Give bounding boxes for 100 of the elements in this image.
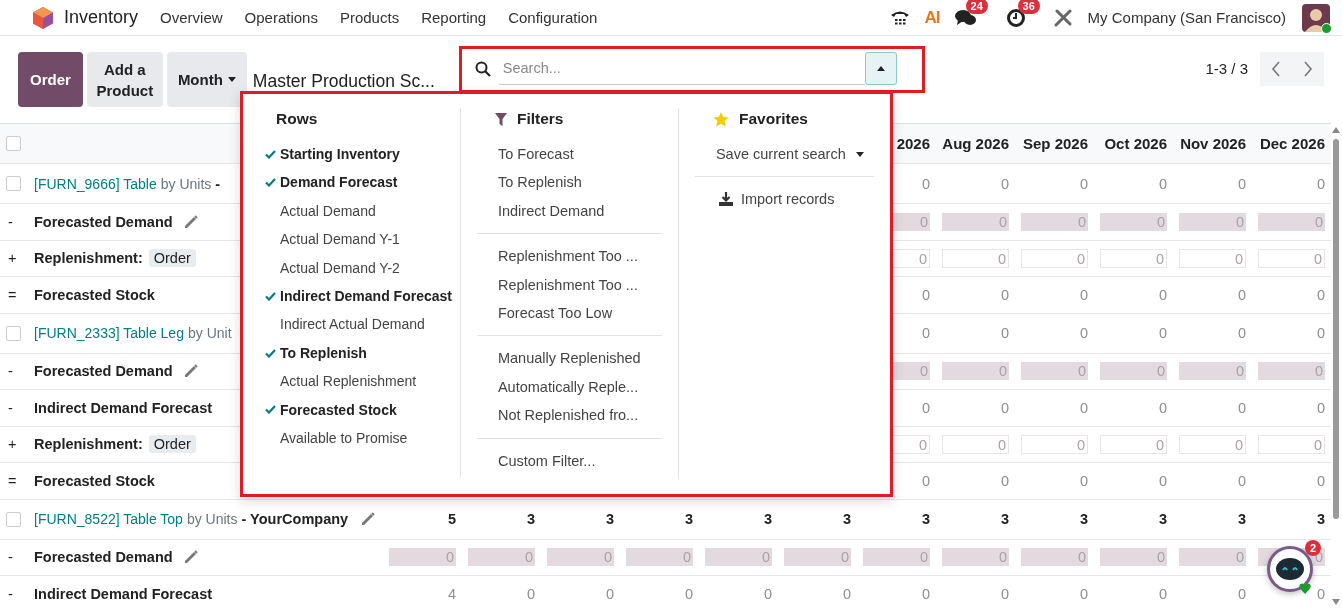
menu-item[interactable]: Reporting: [421, 9, 487, 26]
replenish-input[interactable]: 0: [1179, 434, 1246, 454]
filter-option[interactable]: Automatically Reple...: [476, 372, 662, 402]
replenish-input[interactable]: 0: [942, 434, 1009, 454]
table-cell: 0: [1158, 286, 1167, 303]
replenish-input[interactable]: 0: [1100, 434, 1167, 454]
row-label: Replenishment:: [34, 436, 143, 453]
row-label: Forecasted Demand: [34, 213, 173, 230]
row-label: Indirect Demand Forecast: [34, 399, 213, 416]
search-field[interactable]: Search...: [498, 52, 865, 85]
notification-badge: 24: [965, 0, 988, 14]
replenish-input[interactable]: 0: [1100, 248, 1167, 268]
pencil-icon[interactable]: [182, 549, 199, 566]
period-dropdown[interactable]: Month: [166, 52, 247, 107]
sign-label: -: [7, 363, 14, 380]
product-link[interactable]: [FURN_9666] Table: [34, 175, 157, 192]
next-button[interactable]: [1292, 51, 1324, 86]
menu-item[interactable]: Operations: [244, 9, 318, 26]
pencil-icon[interactable]: [182, 363, 199, 380]
filter-option[interactable]: To Forecast: [476, 140, 662, 169]
replenish-input[interactable]: 0: [1021, 434, 1088, 454]
table-cell: 3: [921, 511, 930, 527]
filter-option[interactable]: Forecast Too Low: [476, 299, 662, 328]
row-option[interactable]: Actual Demand Y-2: [257, 253, 456, 283]
product-link[interactable]: [FURN_8522] Table Top: [34, 511, 183, 527]
search-panel-toggle[interactable]: [864, 52, 897, 85]
row-option[interactable]: Actual Replenishment: [257, 367, 456, 396]
check-icon: [265, 149, 276, 159]
company-label: - YourCompany: [241, 511, 349, 527]
row-checkbox[interactable]: [6, 511, 21, 527]
table-cell: 0: [1158, 325, 1167, 341]
check-icon: [265, 405, 276, 415]
section-title: Favorites: [738, 110, 808, 128]
row-label: Forecasted Demand: [34, 549, 173, 566]
check-icon: [265, 291, 276, 301]
app-name[interactable]: Inventory: [64, 7, 139, 28]
product-link[interactable]: [FURN_2333] Table Leg: [34, 325, 184, 341]
filter-option[interactable]: Indirect Demand: [476, 196, 662, 226]
menu-item[interactable]: Configuration: [508, 9, 598, 26]
row-option[interactable]: Forecasted Stock: [257, 395, 456, 425]
row-checkbox[interactable]: [6, 325, 21, 341]
table-cell: 0: [921, 325, 930, 341]
row-option[interactable]: To Replenish: [257, 338, 456, 368]
table-cell: 0: [684, 585, 693, 602]
table-cell: 0: [1158, 585, 1167, 602]
replenish-input[interactable]: 0: [1258, 248, 1325, 268]
row-option[interactable]: Actual Demand Y-1: [257, 225, 456, 254]
row-option[interactable]: Indirect Actual Demand: [257, 310, 456, 339]
row-label: Indirect Demand Forecast: [34, 585, 213, 602]
filter-option[interactable]: Replenishment Too ...: [476, 270, 662, 300]
row-option[interactable]: Demand Forecast: [257, 168, 456, 197]
table-cell: 0: [1000, 175, 1009, 192]
table-cell: 0: [1000, 286, 1009, 303]
row-option[interactable]: Starting Inventory: [257, 140, 456, 169]
table-cell: 0: [1000, 399, 1009, 416]
unit-label: by Units: [160, 175, 212, 192]
pencil-icon[interactable]: [182, 213, 199, 230]
table-cell: 4: [447, 585, 456, 602]
app-logo-icon: [32, 5, 54, 30]
select-all-checkbox[interactable]: [6, 136, 21, 151]
check-icon: [265, 178, 276, 188]
save-search-toggle[interactable]: Save current search: [694, 140, 874, 168]
filter-option[interactable]: Not Replenished fro...: [476, 401, 662, 430]
table-cell: 0: [1079, 286, 1088, 303]
user-avatar[interactable]: [1302, 3, 1330, 32]
company-switcher[interactable]: My Company (San Francisco): [1087, 9, 1286, 26]
filter-option[interactable]: To Replenish: [476, 168, 662, 197]
column-header: Sep 2026: [1022, 135, 1088, 152]
order-button[interactable]: Order: [148, 435, 196, 454]
add-product-button[interactable]: Add a Product: [86, 52, 163, 107]
table-cell: 0: [1237, 399, 1246, 416]
row-option[interactable]: Available to Promise: [257, 424, 456, 453]
table-cell: 0: [1316, 325, 1325, 341]
order-button[interactable]: Order: [18, 52, 83, 107]
filter-option[interactable]: Custom Filter...: [476, 446, 662, 476]
row-checkbox[interactable]: [6, 176, 21, 191]
order-button[interactable]: Order: [148, 249, 196, 268]
replenish-input[interactable]: 0: [1021, 248, 1088, 268]
replenish-input[interactable]: 0: [1179, 248, 1246, 268]
table-cell: 3: [1237, 511, 1246, 527]
heart-icon: [1299, 583, 1311, 594]
filter-option[interactable]: Manually Replenished: [476, 344, 662, 373]
import-records-item[interactable]: Import records: [694, 185, 874, 213]
check-icon: [265, 348, 276, 358]
company-label: -: [215, 175, 221, 192]
pencil-icon[interactable]: [360, 511, 377, 527]
ai-logo[interactable]: AI: [924, 7, 940, 28]
filter-option[interactable]: Replenishment Too ...: [476, 242, 662, 271]
previous-button[interactable]: [1260, 51, 1292, 86]
row-option[interactable]: Indirect Demand Forecast: [257, 282, 456, 311]
table-cell: 0: [921, 286, 930, 303]
menu-item[interactable]: Overview: [160, 9, 223, 26]
table-cell: 0: [1079, 472, 1088, 489]
menu-item[interactable]: Products: [339, 9, 400, 26]
row-option[interactable]: Actual Demand: [257, 196, 456, 226]
table-cell: 0: [1079, 325, 1088, 341]
table-cell: 0: [1158, 175, 1167, 192]
table-cell: 0: [921, 585, 930, 602]
replenish-input[interactable]: 0: [1258, 434, 1325, 454]
replenish-input[interactable]: 0: [942, 248, 1009, 268]
